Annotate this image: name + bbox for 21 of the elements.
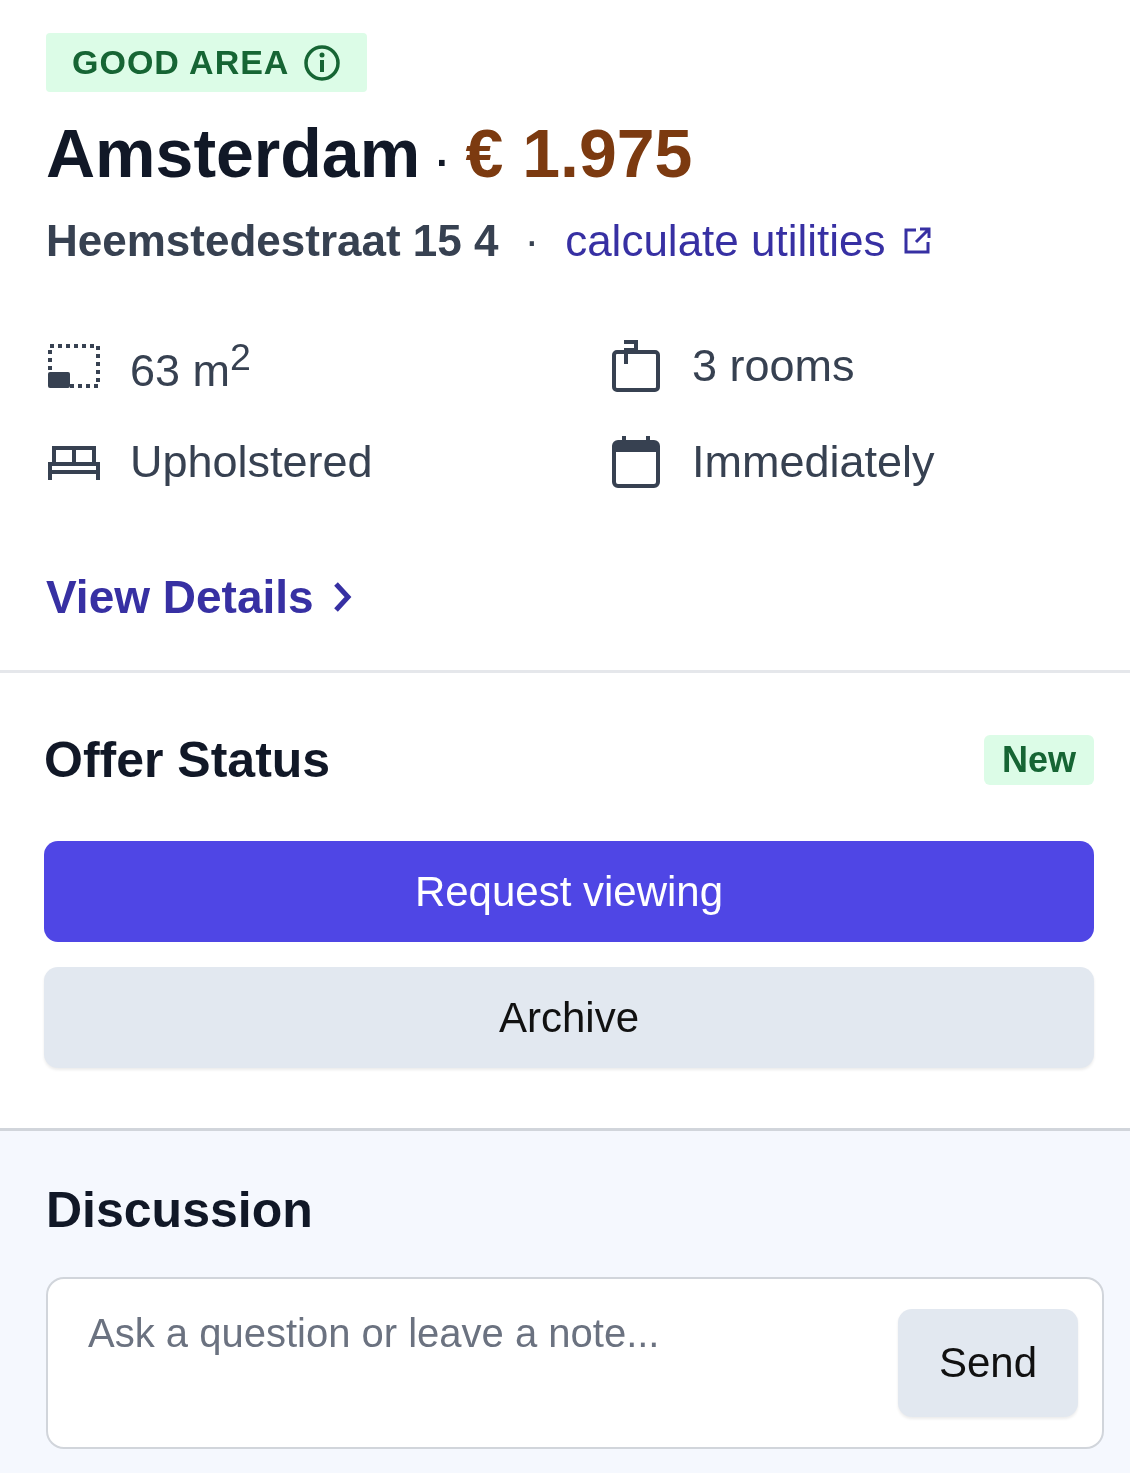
request-viewing-button[interactable]: Request viewing — [44, 841, 1094, 942]
street-address: Heemstedestraat 15 4 — [46, 216, 499, 266]
feature-text: Immediately — [692, 436, 935, 488]
area-badge: GOOD AREA — [46, 33, 368, 92]
chevron-right-icon — [331, 580, 354, 614]
message-field[interactable]: Ask a question or leave a note... Send — [46, 1277, 1104, 1449]
rent-price: € 1.975 — [465, 114, 693, 192]
city-title: Amsterdam — [46, 114, 421, 192]
status-badge: New — [983, 735, 1094, 785]
feature-text: Upholstered — [130, 436, 373, 488]
feature-text: 63 m$^{2}$ — [130, 335, 251, 397]
section-title: Discussion — [46, 1181, 314, 1239]
utilities-link[interactable]: calculate utilities — [565, 216, 932, 266]
separator-dot: · — [436, 141, 450, 186]
send-button[interactable]: Send — [898, 1309, 1078, 1417]
archive-button[interactable]: Archive — [44, 967, 1094, 1068]
separator-dot: · — [524, 216, 540, 266]
feature-text: 3 rooms — [692, 340, 855, 392]
section-title: Offer Status — [44, 731, 331, 789]
info-icon[interactable] — [303, 43, 342, 82]
view-details-link[interactable]: View Details — [46, 570, 354, 624]
